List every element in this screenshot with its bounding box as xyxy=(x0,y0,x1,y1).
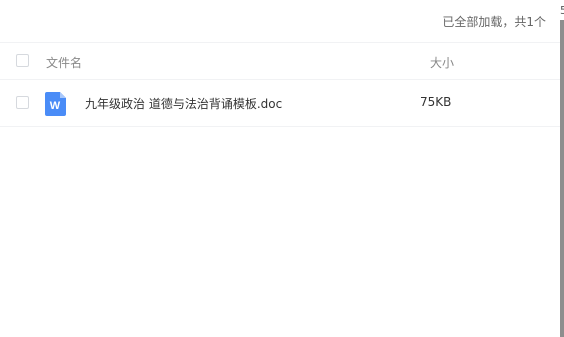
scrollbar-thumb[interactable] xyxy=(560,20,564,337)
row-checkbox[interactable] xyxy=(16,96,29,109)
word-doc-icon: W xyxy=(45,92,66,116)
doc-icon-letter: W xyxy=(50,100,61,112)
load-status-text: 已全部加载，共1个 xyxy=(442,15,546,29)
edge-clipped-text: 5 xyxy=(560,5,564,16)
file-size: 75KB xyxy=(420,95,452,109)
file-list-panel: 已全部加载，共1个 文件名 大小 W 九年级政治 道德与法治背诵模板.doc 7… xyxy=(0,0,564,337)
column-header-size[interactable]: 大小 xyxy=(430,54,454,71)
file-name-link[interactable]: 九年级政治 道德与法治背诵模板.doc xyxy=(85,95,282,112)
status-bar: 已全部加载，共1个 xyxy=(0,0,560,43)
table-header: 文件名 大小 xyxy=(0,43,560,80)
select-all-checkbox[interactable] xyxy=(16,54,29,67)
column-header-name[interactable]: 文件名 xyxy=(46,54,82,71)
table-row[interactable]: W 九年级政治 道德与法治背诵模板.doc 75KB xyxy=(0,80,560,127)
